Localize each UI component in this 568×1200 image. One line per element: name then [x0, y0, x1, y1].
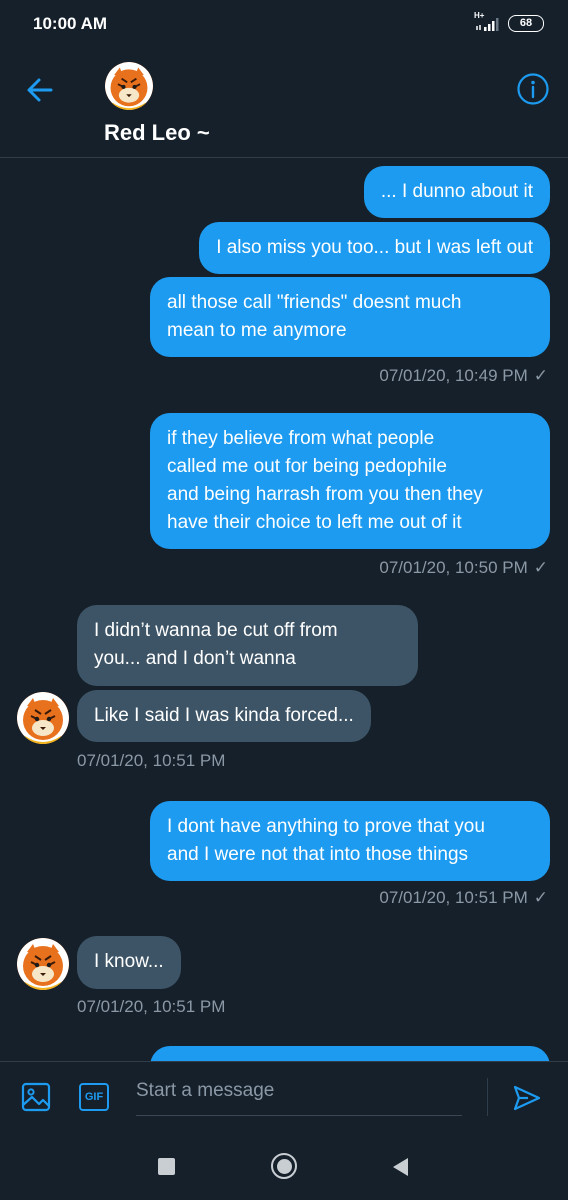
- message-text-line: I dont have anything to prove that you: [167, 816, 485, 837]
- tiger-avatar-image: [105, 62, 153, 110]
- triangle-back-icon: [393, 1158, 408, 1176]
- arrow-left-icon: [27, 78, 53, 102]
- sender-avatar[interactable]: [17, 692, 69, 744]
- system-navigation-bar: [0, 1131, 568, 1200]
- status-time: 10:00 AM: [33, 14, 108, 33]
- composer-divider: [487, 1078, 488, 1116]
- battery-icon: 68: [508, 14, 544, 32]
- back-nav-button[interactable]: [390, 1156, 410, 1178]
- gif-icon: GIF: [84, 1091, 104, 1103]
- message-bubble-incoming[interactable]: I know...: [77, 936, 181, 989]
- message-text-line: mean to me anymore: [167, 320, 347, 341]
- message-text-line: if they believe from what people: [167, 428, 435, 449]
- message-bubble-outgoing[interactable]: I dont have anything to prove that you a…: [150, 801, 550, 881]
- message-text: ... I dunno about it: [380, 181, 533, 202]
- sender-avatar[interactable]: [17, 938, 69, 990]
- contact-avatar[interactable]: [105, 62, 153, 110]
- message-text-line: you... and I don’t wanna: [94, 648, 296, 669]
- status-indicators: H+ 68: [474, 12, 544, 32]
- message-timestamp: 07/01/20, 10:51 PM: [77, 997, 226, 1016]
- read-check-icon: ✓: [533, 558, 548, 577]
- message-text-line: have their choice to left me out of it: [167, 512, 462, 533]
- message-text-line: and I were not that into those things: [167, 844, 469, 865]
- message-text-line: called me out for being pedophile: [167, 456, 447, 477]
- message-bubble-incoming[interactable]: Like I said I was kinda forced...: [77, 690, 371, 742]
- signal-icon: H+: [474, 12, 502, 32]
- message-bubble-outgoing[interactable]: all those call "friends" doesnt much mea…: [150, 277, 550, 357]
- message-input[interactable]: Start a message: [136, 1080, 462, 1116]
- tiger-avatar-image: [17, 692, 69, 744]
- message-bubble-outgoing[interactable]: if they believe from what people called …: [150, 413, 550, 549]
- message-bubble-incoming[interactable]: I didn’t wanna be cut off from you... an…: [77, 605, 418, 686]
- send-icon: [513, 1085, 541, 1111]
- message-timestamp: 07/01/20, 10:50 PM ✓: [379, 558, 548, 577]
- message-composer: GIF Start a message: [0, 1061, 568, 1131]
- circle-icon: [276, 1158, 292, 1174]
- read-check-icon: ✓: [533, 366, 548, 385]
- home-button[interactable]: [271, 1153, 297, 1179]
- conversation-header: Red Leo ~: [0, 50, 568, 158]
- message-text: Like I said I was kinda forced...: [94, 705, 354, 726]
- message-text-line: all those call "friends" doesnt much: [167, 292, 462, 313]
- message-timestamp: 07/01/20, 10:51 PM ✓: [379, 888, 548, 907]
- message-text-line: I didn’t wanna be cut off from: [94, 620, 338, 641]
- back-button[interactable]: [24, 74, 56, 106]
- message-timestamp: 07/01/20, 10:51 PM: [77, 751, 226, 770]
- message-text: I also miss you too... but I was left ou…: [216, 237, 533, 258]
- read-check-icon: ✓: [533, 888, 548, 907]
- add-gif-button[interactable]: GIF: [79, 1083, 109, 1111]
- add-image-button[interactable]: [20, 1081, 52, 1113]
- message-bubble-outgoing[interactable]: I also miss you too... but I was left ou…: [199, 222, 550, 274]
- message-text: I know...: [94, 951, 164, 972]
- message-timestamp: 07/01/20, 10:49 PM ✓: [379, 366, 548, 385]
- status-bar: 10:00 AM H+ 68: [0, 0, 568, 50]
- recents-button[interactable]: [158, 1158, 175, 1175]
- message-text-line: and being harrash from you then they: [167, 484, 483, 505]
- contact-name[interactable]: Red Leo ~: [104, 120, 210, 146]
- send-button[interactable]: [511, 1082, 543, 1114]
- message-bubble-outgoing[interactable]: ... I dunno about it: [363, 166, 550, 218]
- image-icon: [21, 1082, 51, 1112]
- tiger-avatar-image: [17, 938, 69, 990]
- info-icon: [517, 73, 549, 105]
- info-button[interactable]: [516, 72, 550, 106]
